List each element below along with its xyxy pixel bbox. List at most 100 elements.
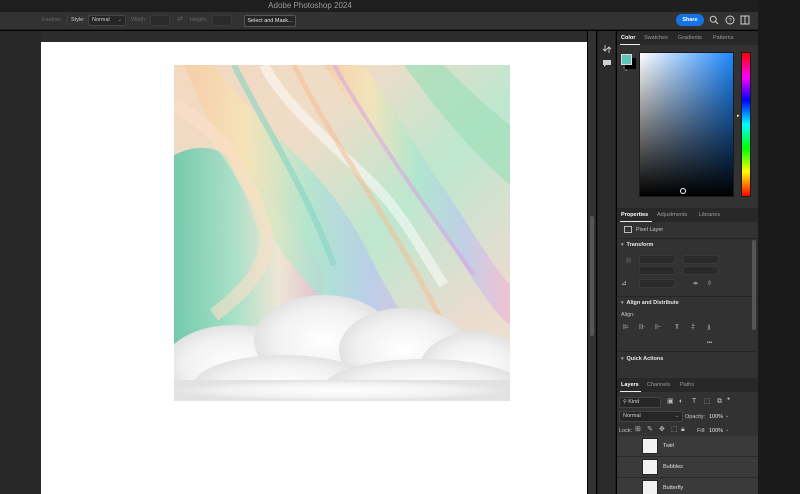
chevron-down-icon: ⌄ (674, 413, 679, 419)
help-icon[interactable]: ? (725, 15, 735, 25)
filter-toggle-icon[interactable]: ● (727, 395, 730, 403)
align-middle-v-icon[interactable]: ⫩ (691, 324, 695, 332)
tab-swatches[interactable]: Swatches (644, 35, 668, 41)
filter-smart-object-icon[interactable]: ⧉ (717, 398, 722, 406)
filter-adjustment-icon[interactable]: ◐ (679, 398, 683, 406)
width-label: Width: (131, 17, 147, 23)
feather-label: Feather: (42, 17, 63, 23)
properties-panel-tabs: Properties Adjustments Libraries (617, 208, 758, 222)
hue-slider-handle[interactable]: ▸ (737, 113, 740, 119)
swap-icon[interactable]: ⇄ (177, 15, 183, 23)
select-and-mask-button[interactable]: Select and Mask... (244, 15, 296, 27)
properties-scrollbar[interactable] (752, 240, 756, 330)
lock-artboard-icon[interactable]: ⬚ (671, 426, 678, 434)
align-top-icon[interactable]: ⫪ (675, 324, 679, 332)
align-bottom-icon[interactable]: ⫫ (707, 324, 711, 332)
lock-transparent-icon[interactable]: ⊞ (635, 426, 641, 434)
transform-section-header[interactable]: ▾ Transform (621, 242, 653, 248)
width-field[interactable] (150, 15, 170, 26)
right-edge (758, 0, 800, 494)
tab-channels[interactable]: Channels (647, 382, 670, 388)
tab-layers[interactable]: Layers (621, 382, 639, 388)
opacity-value[interactable]: 100% (709, 414, 723, 420)
chevron-down-icon: ▾ (621, 356, 624, 362)
tab-gradients[interactable]: Gradients (678, 35, 702, 41)
filter-pixel-icon[interactable]: ▣ (667, 398, 674, 406)
workspace-icon[interactable] (740, 15, 750, 25)
fill-value[interactable]: 100% (709, 428, 723, 434)
app-title: Adobe Photoshop 2024 (268, 1, 352, 10)
lock-position-icon[interactable]: ✥ (659, 426, 665, 434)
align-sub-label: Align: (621, 312, 635, 318)
link-proportions-icon[interactable]: ⛓ (625, 258, 632, 264)
angle-icon: ⊿ (621, 280, 627, 287)
layer-row[interactable]: Twirl (617, 436, 758, 457)
filter-type-icon[interactable]: T (692, 398, 696, 406)
panel-icon-strip (597, 31, 616, 494)
quick-actions-section-header[interactable]: ▾ Quick Actions (621, 356, 663, 362)
style-select[interactable]: Normal ⌄ (88, 15, 126, 26)
lock-label: Lock: (619, 428, 633, 434)
scrollbar-thumb[interactable] (590, 216, 594, 336)
layer-name: Butterfly (663, 485, 684, 491)
flip-horizontal-icon[interactable]: ⇹ (693, 280, 698, 288)
y-transform-field[interactable] (683, 266, 719, 275)
layer-row[interactable]: Bubbles (617, 457, 758, 478)
flip-vertical-icon[interactable]: ⇳ (707, 280, 712, 288)
search-icon: ⚲ (623, 399, 627, 405)
x-transform-field[interactable] (683, 255, 719, 264)
hue-slider[interactable] (741, 52, 751, 197)
opacity-label: Opacity: (685, 414, 706, 420)
more-options-icon[interactable]: ••• (707, 340, 712, 346)
chevron-down-icon: ▾ (621, 300, 624, 306)
blend-mode-select[interactable]: Normal ⌄ (619, 411, 683, 422)
height-transform-field[interactable] (639, 266, 675, 275)
pixel-layer-icon (624, 226, 632, 233)
tab-patterns[interactable]: Patterns (713, 35, 733, 41)
layer-type-label: Pixel Layer (636, 227, 664, 233)
search-icon[interactable] (709, 15, 719, 25)
layer-filter-select[interactable]: ⚲ Kind (619, 397, 661, 408)
properties-panel: Properties Adjustments Libraries Pixel L… (617, 208, 758, 378)
foreground-color-swatch[interactable] (621, 54, 632, 65)
layers-toggle-icon[interactable] (602, 41, 612, 53)
layer-thumbnail (642, 480, 658, 494)
title-bar: Adobe Photoshop 2024 (0, 0, 800, 12)
fill-label: Fill: (697, 428, 706, 434)
chevron-down-icon: ⌄ (117, 17, 122, 23)
left-workspace-area (0, 31, 41, 494)
angle-field[interactable] (639, 279, 675, 288)
align-left-icon[interactable]: ⊫ (623, 324, 629, 332)
color-field[interactable] (639, 52, 734, 197)
layer-row[interactable]: Butterfly (617, 478, 758, 494)
width-transform-field[interactable] (639, 255, 675, 264)
tab-libraries[interactable]: Libraries (699, 212, 720, 218)
height-field[interactable] (212, 15, 232, 26)
color-picker-cursor[interactable] (680, 188, 686, 194)
tab-adjustments[interactable]: Adjustments (657, 212, 687, 218)
lock-all-icon[interactable]: 🔒︎ (681, 426, 685, 434)
style-label: Style: (71, 17, 85, 23)
tab-properties[interactable]: Properties (621, 212, 648, 218)
tab-paths[interactable]: Paths (680, 382, 694, 388)
align-section-header[interactable]: ▾ Align and Distribute (621, 300, 679, 306)
comment-icon[interactable] (602, 56, 612, 67)
chevron-down-icon[interactable]: ⌄ (725, 413, 729, 419)
lock-image-icon[interactable]: ✎ (647, 426, 653, 434)
layer-thumbnail (642, 438, 658, 454)
swap-colors-icon[interactable]: ⤡ (623, 67, 627, 73)
holographic-artwork[interactable] (174, 65, 510, 401)
color-panel: Color Swatches Gradients Patterns ⤡ ▸ (617, 31, 758, 209)
chevron-down-icon[interactable]: ⌄ (725, 427, 729, 433)
filter-shape-icon[interactable]: ⬚ (704, 398, 711, 406)
layer-name: Twirl (663, 443, 675, 449)
share-button[interactable]: Share (676, 14, 704, 26)
layer-name: Bubbles (663, 464, 683, 470)
align-right-icon[interactable]: ⊩ (655, 324, 661, 332)
chevron-down-icon: ▾ (621, 242, 624, 248)
tab-color[interactable]: Color (621, 35, 635, 41)
layers-panel-tabs: Layers Channels Paths (617, 378, 758, 392)
align-center-h-icon[interactable]: ⊪ (639, 324, 645, 332)
canvas-vertical-scrollbar[interactable] (588, 31, 596, 494)
layer-thumbnail (642, 459, 658, 475)
